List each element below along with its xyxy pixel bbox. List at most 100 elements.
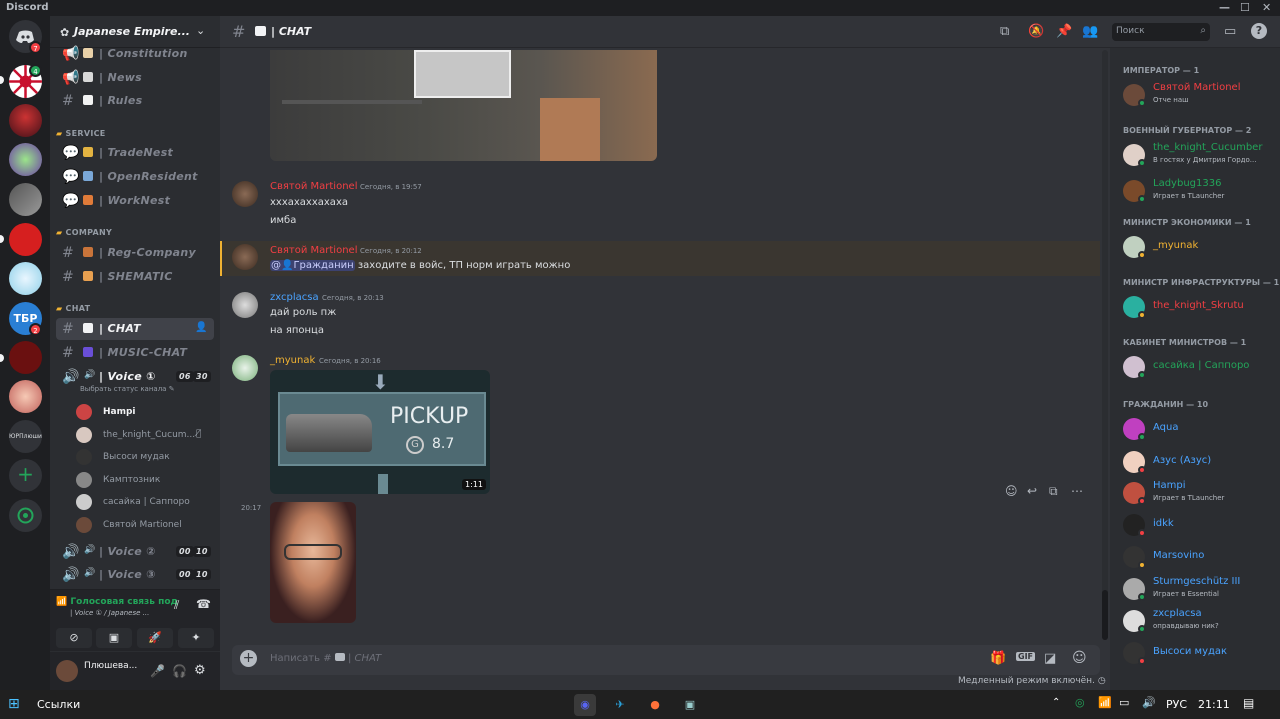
camera-button[interactable]: ⊘ <box>56 628 92 648</box>
firefox-taskbar-icon[interactable]: ● <box>644 694 666 716</box>
server-icon-red-character[interactable] <box>9 104 42 137</box>
headphones-icon[interactable]: 🎧 <box>172 664 187 678</box>
scrollbar-thumb[interactable] <box>1102 590 1108 640</box>
member-item[interactable]: Святой Martionel Отче наш <box>1123 82 1273 114</box>
volume-icon[interactable]: 🔊 <box>1142 696 1156 709</box>
notifications-icon[interactable]: ▤ <box>1243 696 1254 710</box>
inbox-icon[interactable]: ▭ <box>1224 24 1236 39</box>
category-chat[interactable]: ▰ CHAT <box>56 304 90 313</box>
close-button[interactable]: ✕ <box>1262 1 1271 14</box>
member-item[interactable]: Hampi Играет в TLauncher <box>1123 480 1273 512</box>
message-author[interactable]: Святой Martionel <box>270 181 357 192</box>
wifi-icon[interactable]: 📶 <box>1098 696 1112 709</box>
member-item[interactable]: idkk <box>1123 512 1273 544</box>
server-icon-cartoon[interactable] <box>9 143 42 176</box>
soundboard-button[interactable]: ✦ <box>178 628 214 648</box>
thread-icon[interactable]: ⧉ <box>1049 484 1058 499</box>
image-attachment[interactable] <box>270 50 657 161</box>
member-item[interactable]: Sturmgeschütz III Играет в Essential <box>1123 576 1273 608</box>
avatar[interactable] <box>232 181 258 207</box>
member-item[interactable]: Marsovino <box>1123 544 1273 576</box>
server-icon-gray[interactable] <box>9 183 42 216</box>
member-item[interactable]: Азус (Азус) <box>1123 449 1273 481</box>
avatar[interactable] <box>232 355 258 381</box>
help-icon[interactable]: ? <box>1251 23 1267 39</box>
telegram-taskbar-icon[interactable]: ✈ <box>609 694 631 716</box>
member-item[interactable]: the_knight_Skrutu <box>1123 294 1273 326</box>
microphone-icon[interactable]: 🎤 <box>150 664 165 678</box>
message-author[interactable]: _myunak <box>270 355 315 366</box>
threads-icon[interactable]: ⧉ <box>1000 24 1009 39</box>
member-item[interactable]: Высоси мудак <box>1123 640 1273 672</box>
links-toolbar[interactable]: Ссылки <box>37 698 80 711</box>
add-server-button[interactable]: + <box>9 459 42 492</box>
server-icon-red[interactable] <box>9 223 42 256</box>
clock[interactable]: 21:11 <box>1198 698 1230 711</box>
server-icon-dark-red[interactable] <box>9 341 42 374</box>
chevron-up-icon[interactable]: ⌃ <box>1052 697 1060 708</box>
add-reaction-icon[interactable]: ☺ <box>1005 484 1018 498</box>
server-icon-pink-anime[interactable] <box>9 380 42 413</box>
attach-plus-icon[interactable]: + <box>240 650 257 667</box>
screen-share-button[interactable]: ▣ <box>96 628 132 648</box>
member-item[interactable]: Aqua <box>1123 416 1273 448</box>
more-icon[interactable]: ⋯ <box>1071 484 1083 498</box>
image-attachment[interactable] <box>270 502 356 623</box>
channel-constitution[interactable]: 📢 | Constitution <box>56 43 214 65</box>
channel-tradenest[interactable]: 💬 | TradeNest <box>56 142 214 164</box>
tray-app-icon[interactable]: ◎ <box>1075 696 1085 709</box>
activity-button[interactable]: 🚀 <box>137 628 173 648</box>
avatar[interactable] <box>232 244 258 270</box>
message-author[interactable]: zxcplacsa <box>270 292 319 303</box>
battery-icon[interactable]: ▭ <box>1119 696 1129 709</box>
reply-icon[interactable]: ↩ <box>1027 484 1037 498</box>
noise-suppression-icon[interactable]: ⫽ <box>174 598 179 613</box>
notification-bell-muted-icon[interactable]: 🔕 <box>1028 24 1044 39</box>
avatar[interactable] <box>232 292 258 318</box>
member-item[interactable]: сасайка | Саппоро <box>1123 354 1273 386</box>
member-item[interactable]: zxcplacsa оправдываю ник? <box>1123 608 1273 640</box>
scrollbar-track[interactable] <box>1102 50 1108 640</box>
role-mention[interactable]: @👤Гражданин <box>270 260 355 271</box>
add-member-icon[interactable]: 👤 <box>195 322 208 333</box>
member-item[interactable]: Ladybug1336 Играет в TLauncher <box>1123 178 1273 210</box>
minimize-button[interactable]: — <box>1219 1 1230 14</box>
photos-taskbar-icon[interactable]: ▣ <box>679 694 701 716</box>
category-company[interactable]: ▰ COMPANY <box>56 228 112 237</box>
server-icon-text[interactable]: ЮРПлюши <box>9 420 42 453</box>
discover-button[interactable] <box>9 499 42 532</box>
server-icon-anime[interactable] <box>9 262 42 295</box>
member-item[interactable]: _myunak <box>1123 234 1273 266</box>
language-indicator[interactable]: РУС <box>1166 698 1187 711</box>
emoji-icon[interactable]: ☺ <box>1072 650 1087 666</box>
member-item[interactable]: the_knight_Cucumber В гостях у Дмитрия Го… <box>1123 142 1273 174</box>
video-attachment[interactable]: ⬇ PICKUP G 8.7 1:11 <box>270 370 490 494</box>
voice-channel-2[interactable]: 🔊 🔊 | Voice ② 00 10 <box>56 541 214 563</box>
member-list-icon[interactable]: 👥 <box>1082 24 1098 39</box>
channel-rules[interactable]: # | Rules <box>56 90 214 112</box>
message-composer[interactable]: + Написать # | CHAT 🎁 GIF ◪ ☺ <box>232 645 1100 675</box>
avatar[interactable] <box>56 660 78 682</box>
maximize-button[interactable]: ☐ <box>1240 1 1250 14</box>
voice-channel-link[interactable]: | Voice ① / Japanese ... <box>70 609 149 617</box>
gear-icon[interactable]: ⚙ <box>194 663 206 678</box>
voice-channel-3[interactable]: 🔊 🔊 | Voice ③ 00 10 <box>56 564 214 586</box>
channel-worknest[interactable]: 💬 | WorkNest <box>56 190 214 212</box>
channel-chat-selected[interactable]: # | CHAT 👤 <box>56 318 214 340</box>
discord-taskbar-icon[interactable]: ◉ <box>574 694 596 716</box>
channel-reg-company[interactable]: # | Reg-Company <box>56 242 214 264</box>
pin-icon[interactable]: 📌 <box>1056 24 1072 39</box>
channel-news[interactable]: 📢 | News <box>56 67 214 89</box>
channel-openresident[interactable]: 💬 | OpenResident <box>56 166 214 188</box>
windows-start-icon[interactable]: ⊞ <box>8 696 20 712</box>
disconnect-icon[interactable]: ☎ <box>196 597 211 611</box>
gif-icon[interactable]: GIF <box>1016 652 1036 661</box>
channel-shematic[interactable]: # | SHEMATIC <box>56 266 214 288</box>
gift-icon[interactable]: 🎁 <box>990 651 1006 666</box>
category-service[interactable]: ▰ SERVICE <box>56 129 106 138</box>
channel-status[interactable]: Выбрать статус канала ✎ <box>80 385 175 393</box>
sticker-icon[interactable]: ◪ <box>1044 651 1056 666</box>
channel-music-chat[interactable]: # | MUSIC-CHAT <box>56 342 214 364</box>
search-input[interactable]: Поиск ⌕ <box>1112 23 1210 41</box>
message-author[interactable]: Святой Martionel <box>270 245 357 256</box>
